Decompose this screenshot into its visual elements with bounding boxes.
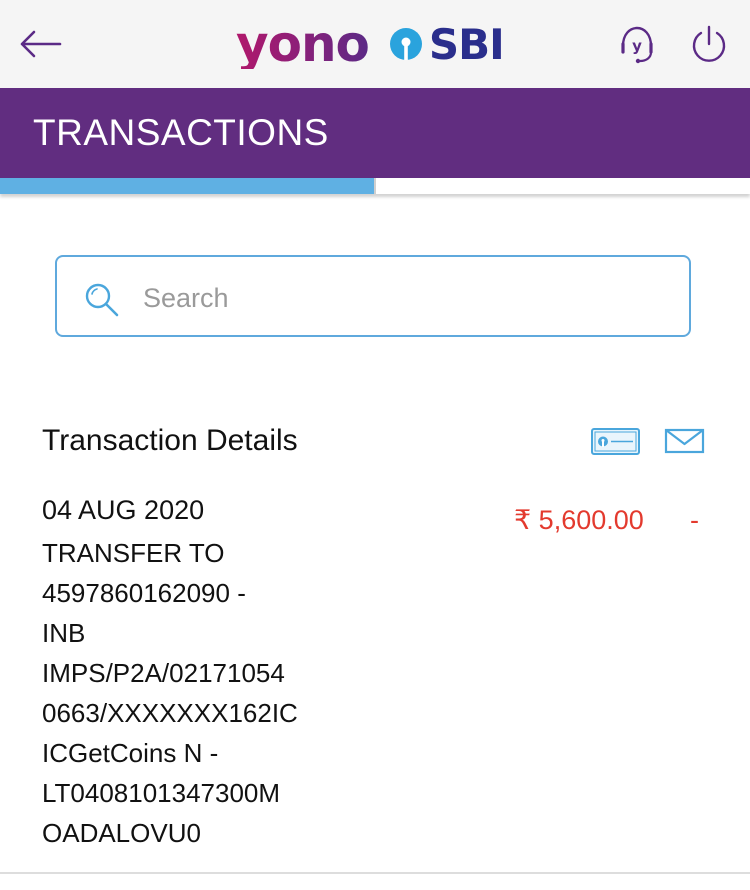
back-button[interactable]	[16, 22, 64, 66]
passbook-button[interactable]	[590, 424, 642, 458]
transaction-description-line: INB	[42, 618, 86, 648]
transaction-description-line: TRANSFER TO	[42, 538, 225, 568]
transaction-description-line: 0663/XXXXXXX162IC	[42, 698, 298, 728]
progress-divider	[374, 178, 376, 194]
logout-power-button[interactable]	[684, 20, 734, 70]
power-icon	[692, 25, 726, 62]
transaction-description-line: ICGetCoins N -	[42, 738, 219, 768]
transaction-description: TRANSFER TO 4597860162090 - INB IMPS/P2A…	[42, 533, 342, 853]
top-bar: yono SBI y	[0, 0, 750, 88]
headset-support-icon: y	[621, 26, 653, 64]
logo-yono-text: yono	[236, 15, 370, 73]
search-box[interactable]	[55, 255, 691, 337]
transaction-direction: -	[690, 505, 699, 535]
search-input[interactable]	[141, 277, 665, 319]
transaction-description-line: LT0408101347300M	[42, 778, 281, 808]
transaction-description-line: OADALOVU0	[42, 818, 201, 848]
mail-icon	[664, 428, 705, 454]
passbook-icon	[591, 428, 640, 455]
sbi-keyhole-icon	[389, 28, 422, 60]
page-title: TRANSACTIONS	[33, 112, 329, 153]
transaction-description-line: IMPS/P2A/02171054	[42, 658, 285, 688]
transaction-description-line: 4597860162090 -	[42, 578, 246, 608]
logo-sbi-text: SBI	[428, 19, 505, 69]
email-statement-button[interactable]	[664, 424, 706, 458]
transaction-details-heading: Transaction Details	[42, 424, 298, 457]
progress-bar	[0, 178, 750, 194]
svg-text:y: y	[632, 37, 642, 55]
logo-sbi: SBI	[389, 19, 505, 69]
page-header: TRANSACTIONS	[0, 88, 750, 178]
yono-sbi-logo: yono SBI	[236, 14, 505, 74]
transaction-amount: ₹ 5,600.00	[514, 505, 644, 535]
row-divider	[0, 872, 750, 874]
arrow-left-icon	[20, 30, 62, 58]
progress-bar-fill	[0, 178, 375, 194]
transaction-date: 04 AUG 2020	[42, 495, 205, 525]
search-icon	[85, 283, 119, 317]
support-button[interactable]: y	[612, 20, 662, 70]
